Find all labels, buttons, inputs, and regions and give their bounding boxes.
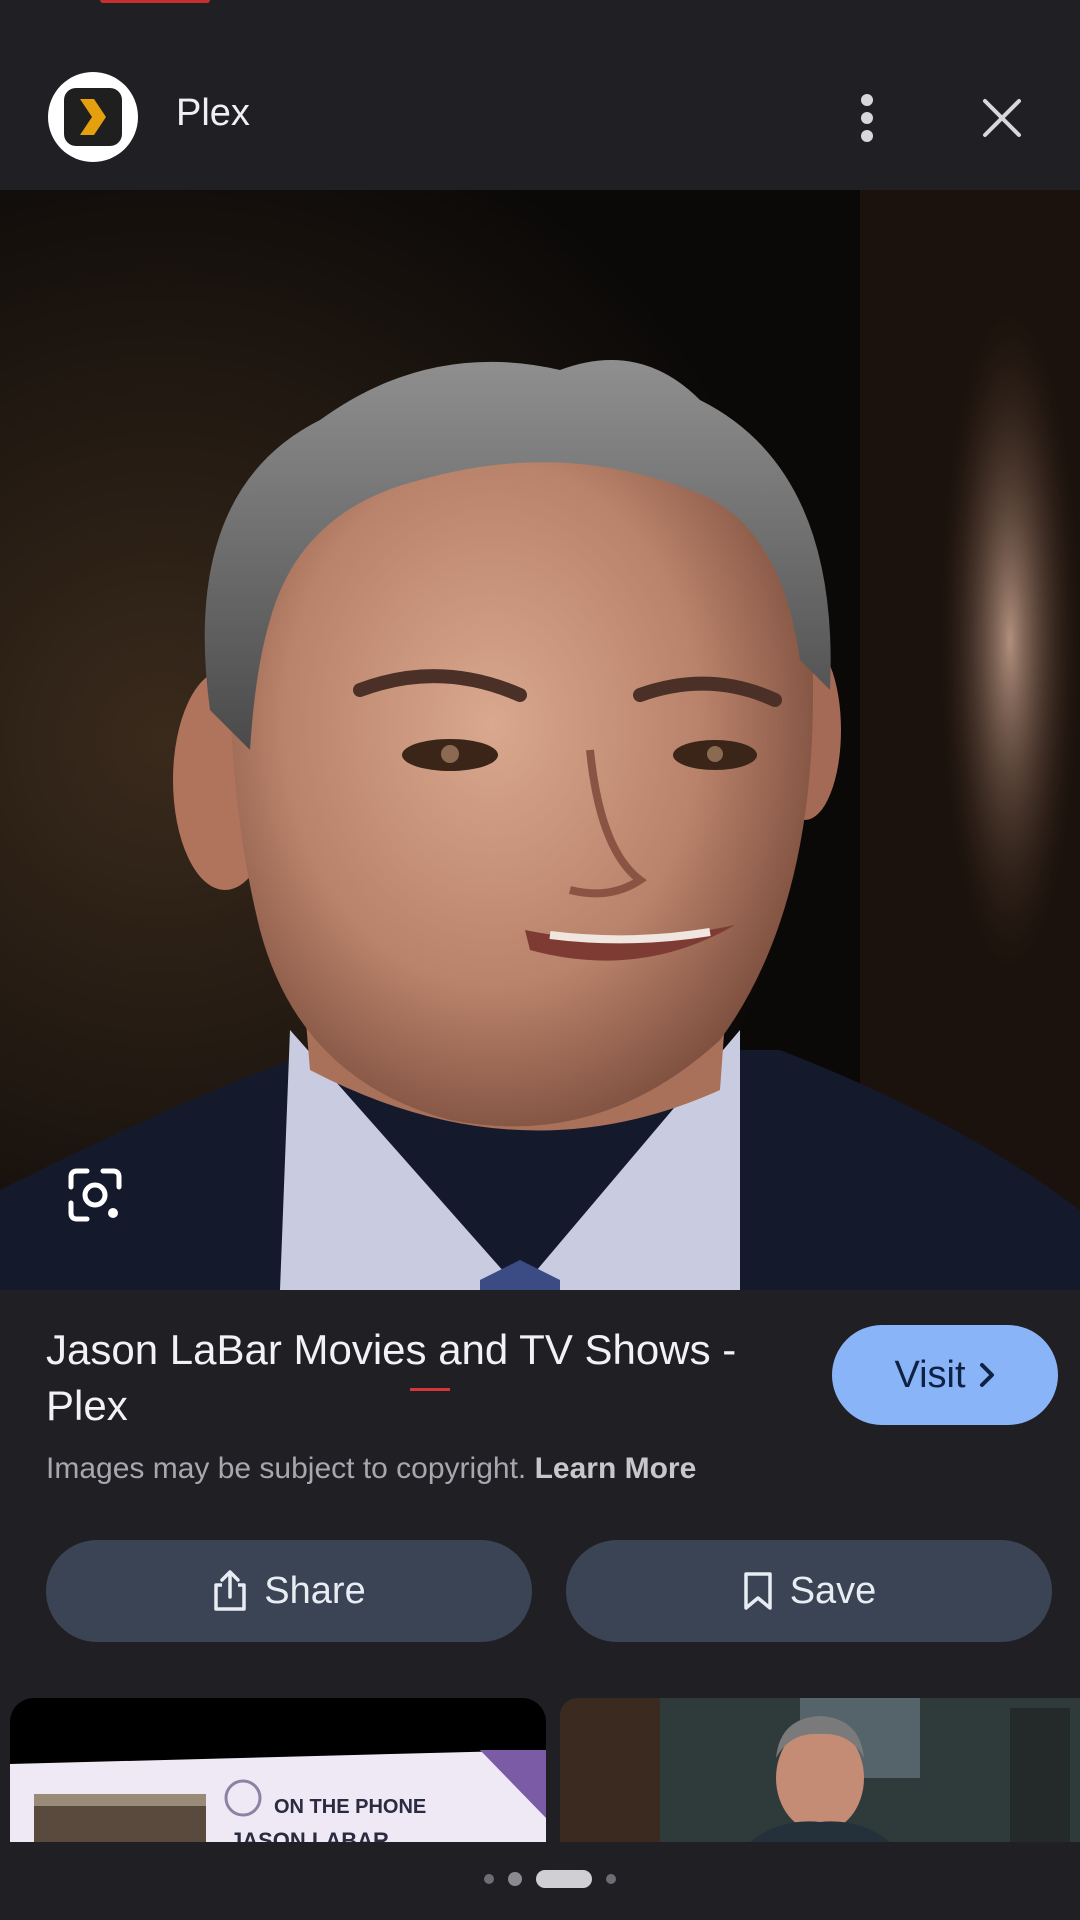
chevron-right-icon [979, 1363, 994, 1387]
related-image-thumbnail[interactable] [560, 1698, 1080, 1842]
copyright-notice: Images may be subject to copyright. Lear… [46, 1452, 696, 1486]
bookmark-icon [743, 1572, 772, 1610]
spellcheck-underline [410, 1388, 450, 1391]
image-viewer-page: Plex Jason LaBar Movies and TV Shows - P… [0, 0, 1080, 1920]
thumbnail-photo [560, 1698, 1080, 1842]
learn-more-link[interactable]: Learn More [535, 1452, 697, 1485]
page-dot[interactable] [484, 1874, 494, 1884]
result-title[interactable]: Jason LaBar Movies and TV Shows - Plex [46, 1322, 806, 1434]
red-indicator [100, 0, 210, 3]
share-icon [214, 1570, 247, 1611]
result-title-text: Jason LaBar Movies and TV Shows - Plex [46, 1326, 737, 1429]
copyright-text: Images may be subject to copyright. [46, 1452, 527, 1485]
plex-logo[interactable] [48, 72, 138, 162]
page-dot[interactable] [606, 1874, 616, 1884]
source-header: Plex [0, 60, 1080, 190]
close-button[interactable] [972, 88, 1032, 148]
thumbnail-caption-name: JASON LABAR [230, 1828, 389, 1842]
page-indicator [484, 1870, 616, 1888]
save-button[interactable]: Save [566, 1540, 1052, 1642]
page-dot-active[interactable] [536, 1870, 592, 1888]
thumbnail-caption-top: ON THE PHONE [274, 1796, 427, 1818]
visit-button[interactable]: Visit [832, 1325, 1058, 1425]
portrait-photo [0, 190, 1080, 1290]
close-icon [983, 99, 1021, 137]
related-image-thumbnail[interactable]: ON THE PHONE JASON LABAR [10, 1698, 546, 1842]
plex-chevron-icon [80, 99, 106, 135]
more-options-button[interactable] [845, 88, 889, 148]
main-image[interactable] [0, 190, 1080, 1290]
more-vert-icon [861, 94, 873, 142]
share-button[interactable]: Share [46, 1540, 532, 1642]
status-strip [0, 0, 1080, 60]
visit-label: Visit [894, 1353, 966, 1396]
app-title: Plex [176, 92, 250, 134]
google-lens-icon [68, 1168, 122, 1222]
pager-bar [0, 1842, 1080, 1920]
page-dot[interactable] [508, 1872, 522, 1886]
google-lens-button[interactable] [62, 1162, 128, 1228]
save-label: Save [789, 1569, 877, 1612]
thumbnail-graphic [10, 1698, 546, 1842]
share-label: Share [264, 1569, 366, 1612]
